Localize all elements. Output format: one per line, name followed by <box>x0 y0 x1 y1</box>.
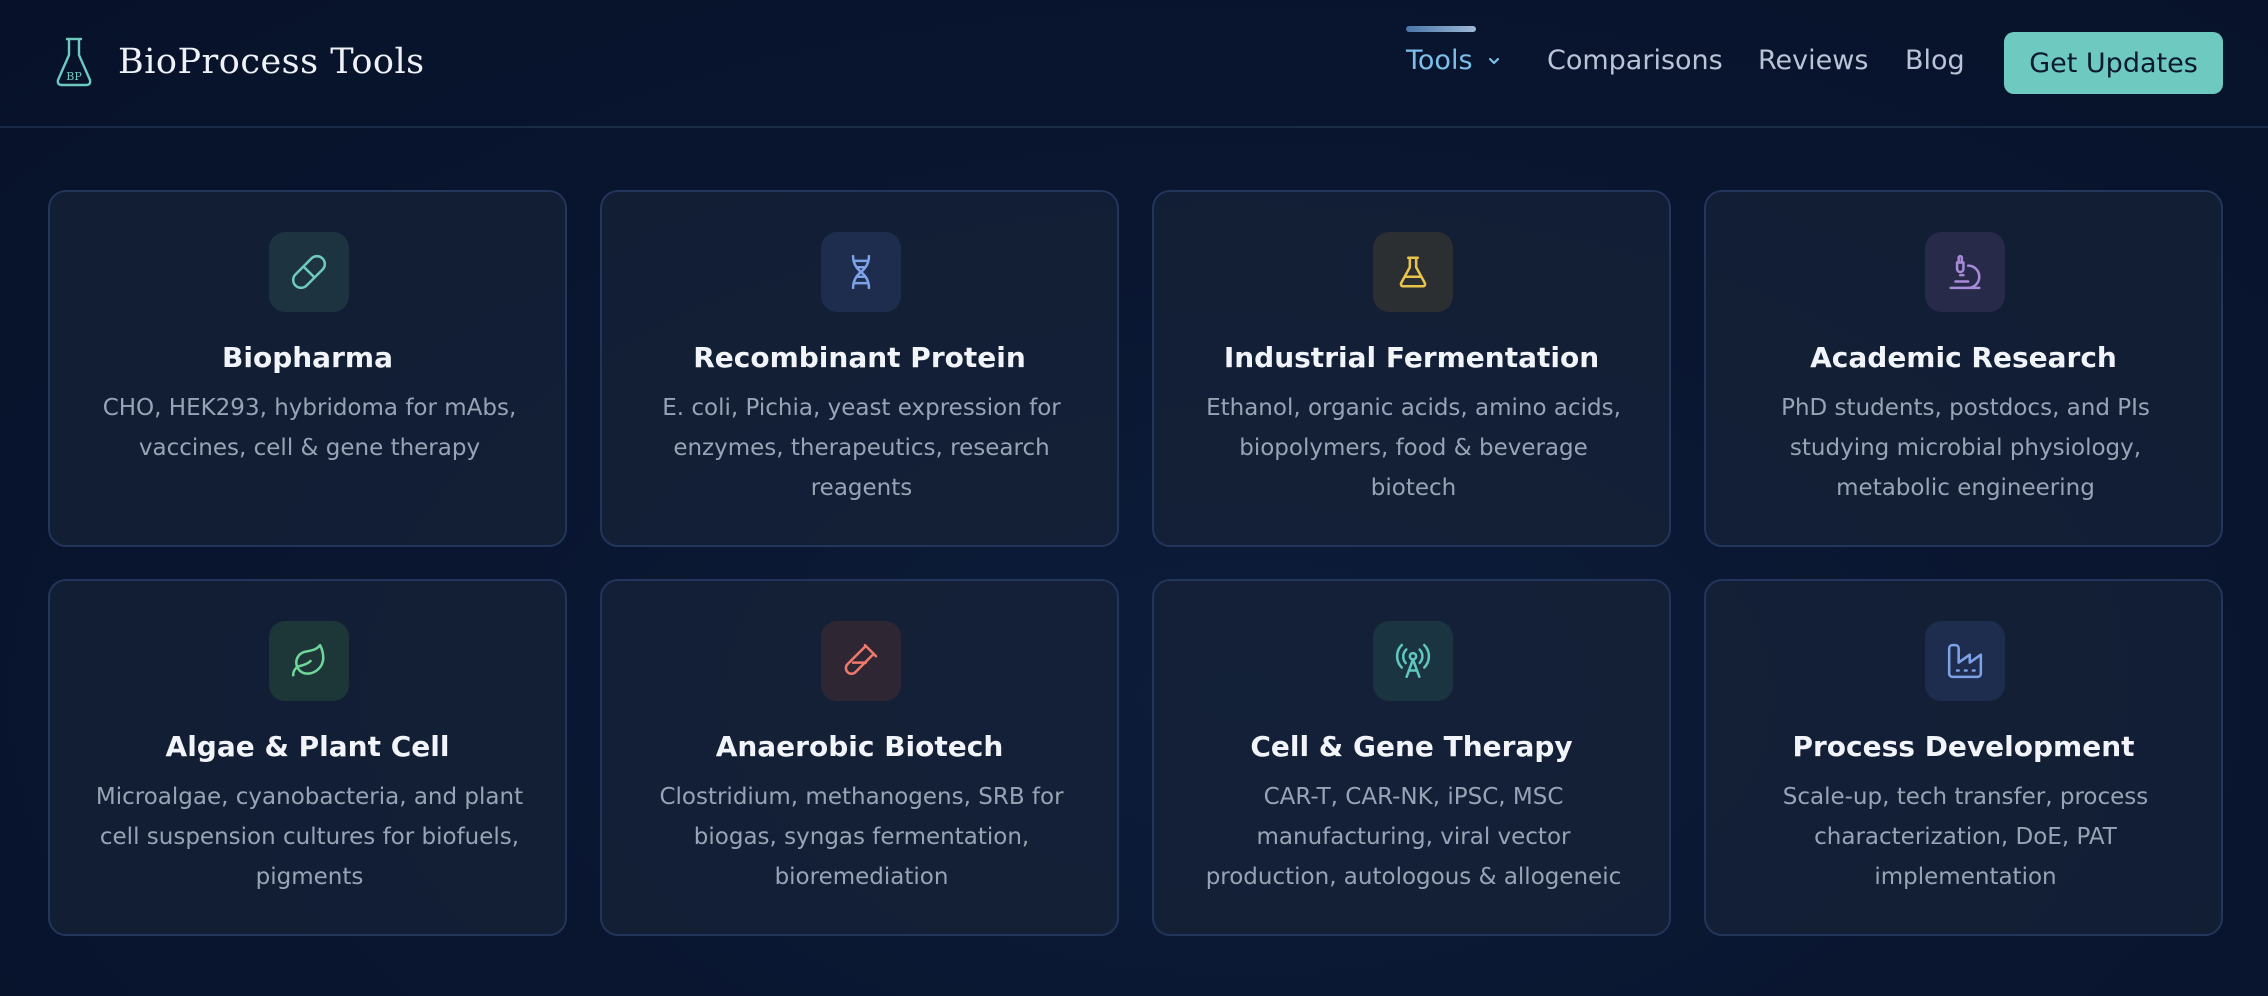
card-icon-box <box>1373 621 1453 701</box>
card-icon-box <box>1925 621 2005 701</box>
card-process-development[interactable]: Process Development Scale-up, tech trans… <box>1704 579 2223 936</box>
card-biopharma[interactable]: Biopharma CHO, HEK293, hybridoma for mAb… <box>48 190 567 547</box>
card-title: Biopharma <box>222 341 393 374</box>
card-title: Academic Research <box>1810 341 2117 374</box>
leaf-icon <box>291 643 325 677</box>
flask-icon <box>1399 256 1427 288</box>
card-academic-research[interactable]: Academic Research PhD students, postdocs… <box>1704 190 2223 547</box>
card-description: PhD students, postdocs, and PIs studying… <box>1781 395 2150 501</box>
card-title: Cell & Gene Therapy <box>1250 730 1573 763</box>
card-algae-plant-cell[interactable]: Algae & Plant Cell Microalgae, cyanobact… <box>48 579 567 936</box>
card-description: E. coli, Pichia, yeast expression for en… <box>662 395 1061 501</box>
card-cell-gene-therapy[interactable]: Cell & Gene Therapy CAR-T, CAR-NK, iPSC,… <box>1152 579 1671 936</box>
card-description: Microalgae, cyanobacteria, and plant cel… <box>95 784 524 890</box>
microscope-icon <box>1949 254 1981 290</box>
dna-icon <box>851 254 871 290</box>
card-icon-box <box>1925 232 2005 312</box>
get-updates-button[interactable]: Get Updates <box>2004 32 2223 94</box>
factory-icon <box>1947 643 1983 679</box>
card-icon-box <box>1373 232 1453 312</box>
card-description: Clostridium, methanogens, SRB for biogas… <box>659 784 1064 890</box>
card-description: Ethanol, organic acids, amino acids, bio… <box>1206 395 1621 501</box>
card-icon-box <box>821 621 901 701</box>
radio-tower-icon <box>1395 643 1431 679</box>
card-title: Algae & Plant Cell <box>165 730 450 763</box>
nav-tools[interactable]: Tools <box>1406 42 1501 80</box>
card-icon-box <box>269 621 349 701</box>
card-description: CAR-T, CAR-NK, iPSC, MSC manufacturing, … <box>1205 784 1622 890</box>
flask-logo-icon: BP <box>56 37 92 87</box>
svg-text:BP: BP <box>66 70 82 83</box>
card-recombinant-protein[interactable]: Recombinant Protein E. coli, Pichia, yea… <box>600 190 1119 547</box>
site-header: BP BioProcess Tools Tools Comparisons Re… <box>0 0 2268 128</box>
card-title: Process Development <box>1792 730 2135 763</box>
logo[interactable]: BP BioProcess Tools <box>54 36 425 88</box>
pill-icon <box>291 254 327 290</box>
card-description: CHO, HEK293, hybridoma for mAbs, vaccine… <box>102 395 517 461</box>
nav-reviews[interactable]: Reviews <box>1758 42 1868 80</box>
card-title: Recombinant Protein <box>693 341 1026 374</box>
card-title: Industrial Fermentation <box>1223 341 1600 374</box>
card-title: Anaerobic Biotech <box>715 730 1004 763</box>
nav-tools-label: Tools <box>1406 45 1473 76</box>
logo-text: BioProcess Tools <box>118 42 425 82</box>
card-icon-box <box>269 232 349 312</box>
chevron-down-icon <box>1488 57 1499 65</box>
nav-blog[interactable]: Blog <box>1905 42 1965 80</box>
nav-comparisons[interactable]: Comparisons <box>1547 42 1723 80</box>
card-anaerobic-biotech[interactable]: Anaerobic Biotech Clostridium, methanoge… <box>600 579 1119 936</box>
card-icon-box <box>821 232 901 312</box>
active-nav-indicator <box>1406 26 1476 32</box>
card-industrial-fermentation[interactable]: Industrial Fermentation Ethanol, organic… <box>1152 190 1671 547</box>
test-tube-icon <box>844 643 878 675</box>
card-description: Scale-up, tech transfer, process charact… <box>1782 784 2149 890</box>
